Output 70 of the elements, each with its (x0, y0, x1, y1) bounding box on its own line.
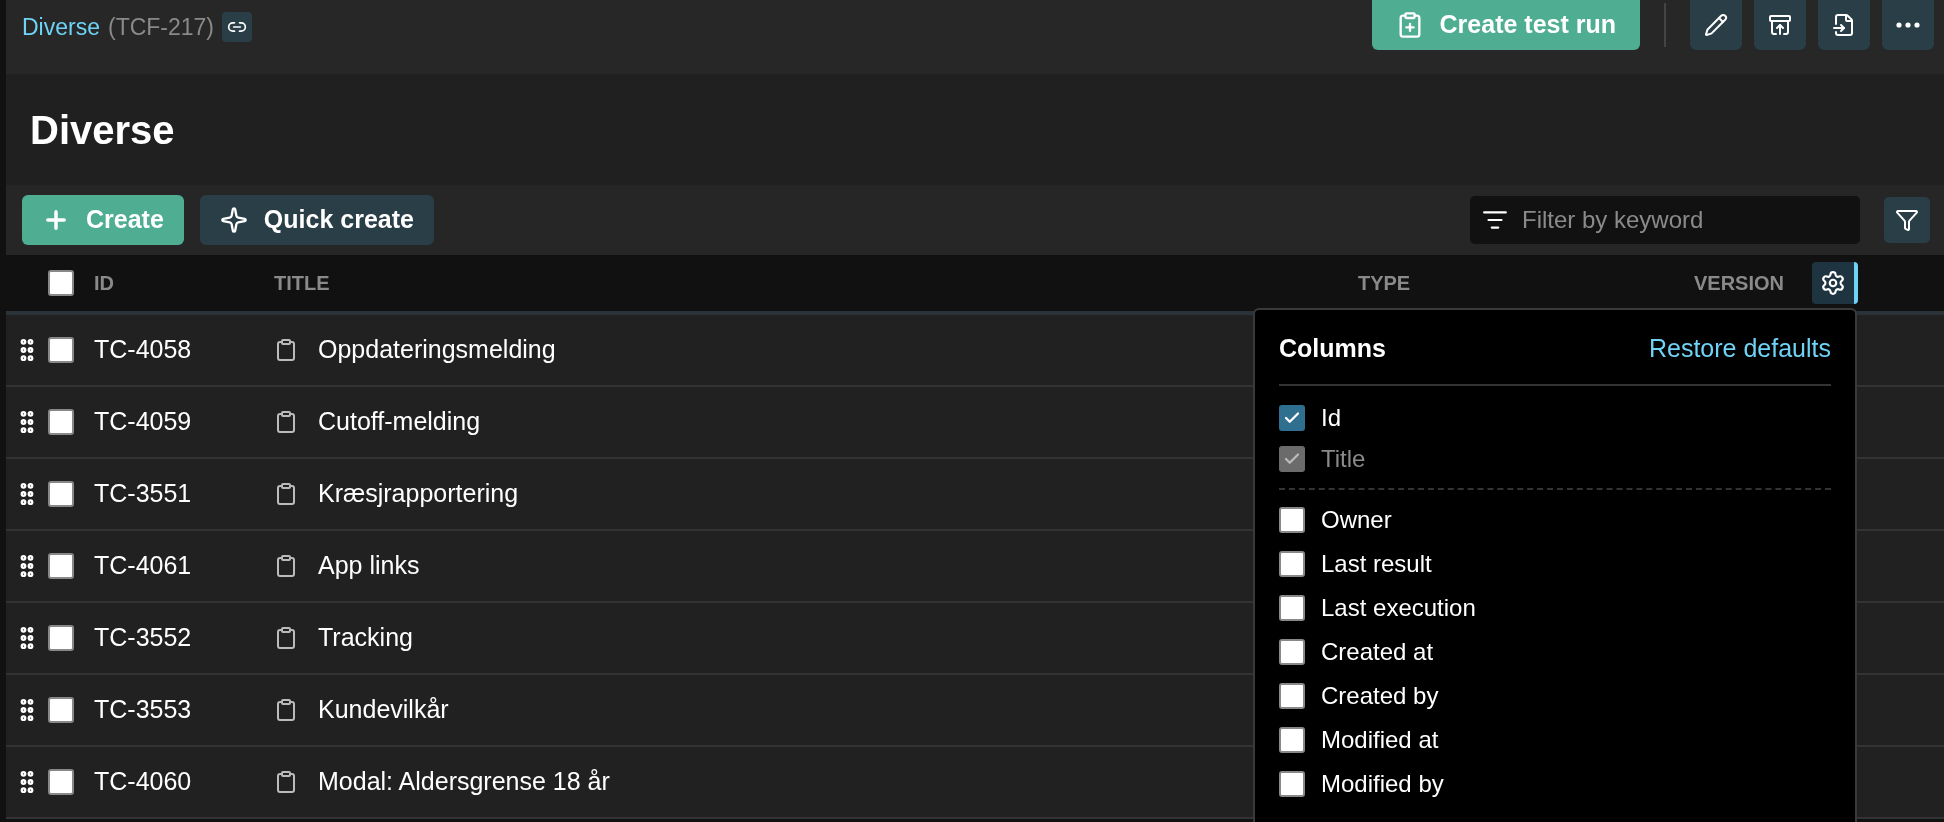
column-option[interactable]: Modified at (1321, 721, 1439, 758)
column-option[interactable]: Created at (1321, 633, 1434, 670)
filter-button[interactable] (1884, 197, 1930, 243)
column-header[interactable]: ID (94, 268, 274, 298)
title-cell[interactable]: Oppdateringsmelding (318, 331, 556, 369)
clipboard-icon (274, 554, 298, 578)
edit-button[interactable] (1690, 0, 1742, 50)
archive-button[interactable] (1754, 0, 1806, 50)
file-import-icon (1832, 13, 1856, 37)
breadcrumb-key: (TCF-217) (107, 10, 215, 45)
quick-create-button[interactable]: Quick create (199, 195, 434, 245)
column-checkbox[interactable] (1279, 682, 1305, 709)
sparkle-icon (219, 206, 248, 234)
clipboard-icon (274, 338, 298, 362)
id-cell-text: TC-4060 (94, 766, 193, 798)
id-cell-text: TC-3552 (94, 622, 193, 654)
column-option[interactable]: Created by (1321, 677, 1439, 714)
id-cell-text: TC-4059 (94, 406, 193, 438)
clipboard-icon (274, 482, 298, 506)
breadcrumb-link[interactable]: Diverse (22, 10, 100, 45)
id-cell-text: TC-3553 (94, 694, 193, 726)
row-checkbox[interactable] (48, 697, 74, 723)
clipboard-icon (274, 770, 298, 794)
column-option[interactable]: Owner (1321, 501, 1392, 538)
more-button[interactable] (1882, 0, 1934, 50)
clipboard-icon (274, 698, 298, 722)
title-cell[interactable]: Kundevilkår (318, 691, 449, 729)
column-option[interactable]: Last result (1321, 545, 1432, 582)
more-icon (1896, 22, 1920, 28)
filter-field[interactable]: Filter by keyword (1470, 196, 1860, 244)
settings-button[interactable] (1812, 262, 1858, 304)
column-header[interactable]: TYPE (1357, 268, 1694, 298)
title-cell[interactable]: Cutoff-melding (318, 403, 481, 441)
column-checkbox[interactable] (1279, 726, 1305, 753)
menu-title: Columns (1279, 333, 1386, 364)
title-cell[interactable]: Kræsjrapportering (318, 475, 519, 513)
import-button[interactable] (1818, 0, 1870, 50)
id-cell-text: TC-3551 (94, 478, 193, 510)
id-cell-text: TC-4061 (94, 550, 193, 582)
title-cell[interactable]: App links (318, 547, 420, 585)
row-checkbox[interactable] (48, 409, 74, 435)
title-cell[interactable]: Tracking (318, 619, 413, 657)
clipboard-icon (274, 410, 298, 434)
archive-icon (1768, 13, 1792, 37)
page-title: Diverse (30, 106, 175, 154)
title-cell[interactable]: Modal: Aldersgrense 18 år (318, 763, 610, 801)
column-checkbox[interactable] (1279, 550, 1305, 577)
row-checkbox[interactable] (48, 481, 74, 507)
clipboard-icon (274, 626, 298, 650)
settings-icon (1820, 270, 1846, 296)
select-all-checkbox[interactable] (48, 270, 74, 296)
column-header[interactable]: VERSION (1693, 268, 1784, 298)
column-option[interactable]: Last execution (1321, 589, 1476, 626)
column-checkbox[interactable] (1279, 405, 1305, 431)
id-cell-text: TC-4058 (94, 334, 193, 366)
pencil-icon (1704, 13, 1728, 37)
filter-icon (1895, 208, 1919, 232)
link-button[interactable] (222, 12, 253, 43)
row-checkbox[interactable] (48, 337, 74, 363)
column-checkbox[interactable] (1279, 594, 1305, 621)
row-checkbox[interactable] (48, 769, 74, 795)
restore-defaults-link[interactable]: Restore defaults (1648, 330, 1831, 368)
row-checkbox[interactable] (48, 625, 74, 651)
column-option[interactable]: Id (1321, 400, 1341, 436)
column-checkbox[interactable] (1279, 638, 1305, 665)
column-option[interactable]: Modified by (1321, 765, 1444, 802)
column-checkbox[interactable] (1279, 770, 1305, 797)
column-checkbox[interactable] (1279, 506, 1305, 533)
column-header[interactable]: TITLE (274, 268, 1358, 298)
row-checkbox[interactable] (48, 553, 74, 579)
